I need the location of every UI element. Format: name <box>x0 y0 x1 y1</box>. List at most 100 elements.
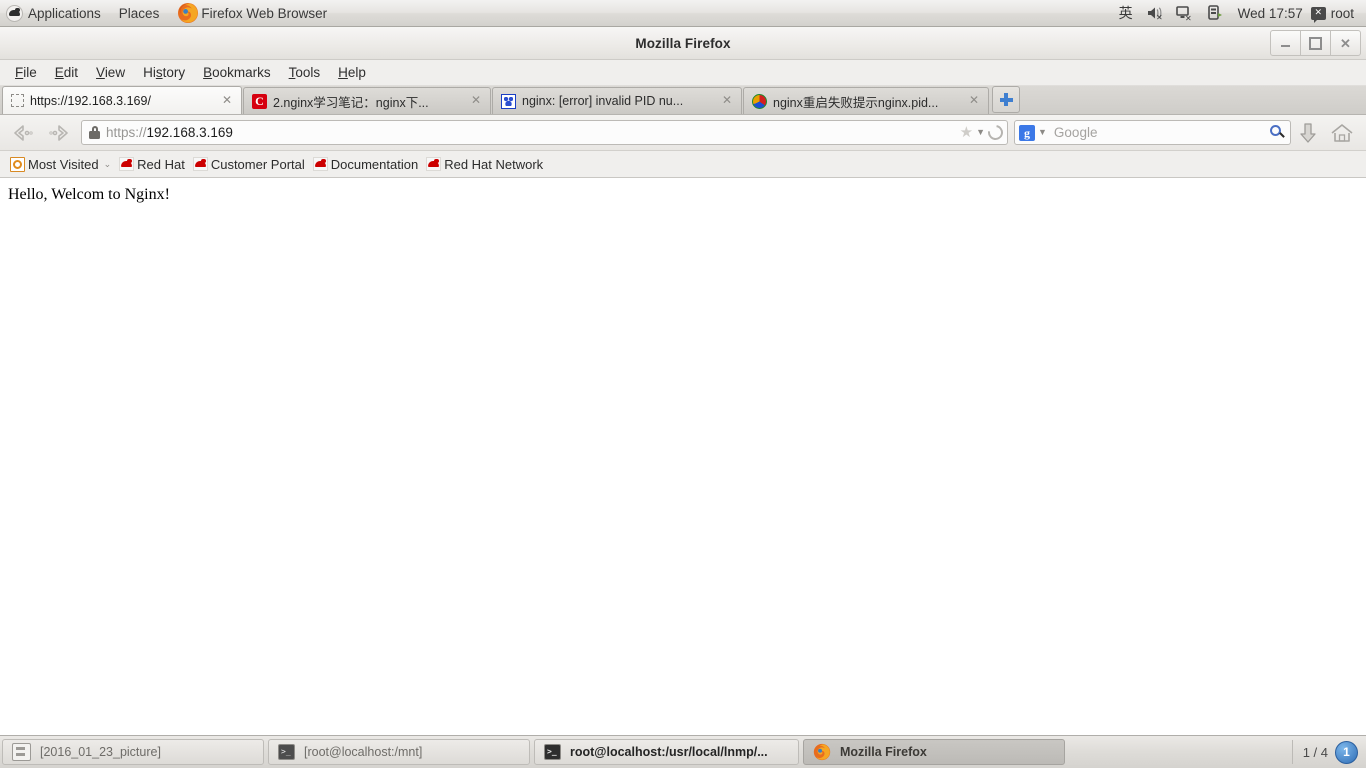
network-disconnected-icon[interactable]: ✕ <box>1175 4 1195 23</box>
url-text: https://192.168.3.169 <box>106 125 960 140</box>
user-menu[interactable]: root <box>1331 0 1358 26</box>
reload-icon[interactable] <box>985 122 1006 143</box>
search-bar[interactable]: g ▼ Google <box>1014 120 1291 145</box>
redhat-icon <box>192 157 208 171</box>
svg-text:✕: ✕ <box>1156 13 1163 22</box>
places-menu[interactable]: Places <box>110 0 169 26</box>
bookmark-label: Most Visited <box>28 156 99 172</box>
search-engine-chevron-icon[interactable]: ▼ <box>1038 128 1047 137</box>
tab-label: nginx: [error] invalid PID nu... <box>522 94 684 108</box>
window-menu-firefox[interactable]: Firefox Web Browser <box>168 0 336 26</box>
applications-menu[interactable]: Applications <box>0 0 110 26</box>
tab-bar: https://192.168.3.169/ ✕ C 2.nginx学习笔记：ngin… <box>0 86 1366 115</box>
page-viewport: Hello, Welcom to Nginx! <box>0 178 1366 737</box>
tab-close-icon[interactable]: ✕ <box>720 94 734 108</box>
power-icon[interactable] <box>1205 4 1225 22</box>
search-icon[interactable] <box>1270 125 1285 140</box>
svg-text:✕: ✕ <box>1185 14 1192 22</box>
chevron-down-icon[interactable]: ⌄ <box>104 159 112 169</box>
redhat-icon <box>119 157 135 171</box>
browser-tab-3[interactable]: nginx: [error] invalid PID nu... ✕ <box>492 87 742 114</box>
menu-item-view[interactable]: View <box>87 63 134 82</box>
menu-item-history[interactable]: History <box>134 63 194 82</box>
lock-icon <box>89 126 100 139</box>
tab-label: nginx重启失败提示nginx.pid... <box>773 95 939 110</box>
terminal-icon: >_ <box>544 744 561 760</box>
taskbar-item-3[interactable]: >_ root@localhost:/usr/local/lnmp/... <box>534 739 799 765</box>
chevron-down-icon[interactable]: ▼ <box>976 128 985 137</box>
bookmark-label: Documentation <box>330 156 419 172</box>
places-menu-label: Places <box>118 5 160 21</box>
tab-close-icon[interactable]: ✕ <box>469 94 483 108</box>
bookmark-label: Customer Portal <box>210 156 305 172</box>
bookmark-documentation[interactable]: Documentation <box>311 156 424 173</box>
volume-muted-icon[interactable]: ✕ <box>1145 4 1165 22</box>
menu-item-file[interactable]: File <box>6 63 46 82</box>
bookmark-red-hat[interactable]: Red Hat <box>117 156 191 173</box>
url-bar[interactable]: https://192.168.3.169 ★ ▼ <box>81 120 1008 145</box>
menu-item-bookmarks[interactable]: Bookmarks <box>194 63 280 82</box>
maximize-icon <box>1309 36 1322 50</box>
download-arrow-icon[interactable] <box>1291 119 1325 147</box>
menu-item-tools[interactable]: Tools <box>280 63 330 82</box>
close-icon: ✕ <box>1340 35 1351 51</box>
pie-favicon <box>752 93 767 109</box>
taskbar-item-2[interactable]: >_ [root@localhost:/mnt] <box>268 739 530 765</box>
bookmark-label: Red Hat Network <box>444 156 544 172</box>
forward-arrow-icon[interactable] <box>41 120 75 146</box>
most-visited-icon <box>10 156 25 172</box>
maximize-button[interactable] <box>1300 30 1331 56</box>
browser-tab-2[interactable]: C 2.nginx学习笔记：nginx下... ✕ <box>243 87 491 114</box>
close-button[interactable]: ✕ <box>1330 30 1361 56</box>
menu-item-help[interactable]: Help <box>329 63 375 82</box>
terminal-icon: >_ <box>278 744 295 760</box>
panel-left-group: Applications Places Firefox Web Browser <box>0 0 336 26</box>
bookmark-label: Red Hat <box>137 156 185 172</box>
menu-bar: File Edit View History Bookmarks Tools Help <box>0 60 1366 86</box>
search-input[interactable]: Google <box>1054 125 1270 140</box>
firefox-icon <box>177 2 199 24</box>
menu-item-edit[interactable]: Edit <box>46 63 87 82</box>
file-manager-icon <box>12 743 31 761</box>
workspace-count-label: 1 / 4 <box>1302 744 1328 760</box>
navigation-toolbar: https://192.168.3.169 ★ ▼ g ▼ Google <box>0 115 1366 151</box>
bookmark-customer-portal[interactable]: Customer Portal <box>191 156 311 173</box>
workspace-badge[interactable]: 1 <box>1335 740 1358 764</box>
gnome-top-panel: Applications Places Firefox Web Browser … <box>0 0 1366 27</box>
taskbar-item-label: root@localhost:/usr/local/lnmp/... <box>570 745 768 759</box>
bookmark-star-icon[interactable]: ★ <box>960 125 973 140</box>
taskbar-item-label: [2016_01_23_picture] <box>40 745 161 759</box>
redhat-logo-icon <box>6 4 23 22</box>
tab-label: 2.nginx学习笔记：nginx下... <box>273 95 429 110</box>
browser-content-area: Hello, Welcom to Nginx! <box>0 178 1366 737</box>
tab-close-icon[interactable]: ✕ <box>967 94 981 108</box>
plus-icon <box>999 93 1013 106</box>
tab-close-icon[interactable]: ✕ <box>220 93 234 108</box>
redhat-icon <box>426 157 442 171</box>
placeholder-favicon <box>11 94 24 107</box>
user-menu-label: root <box>1330 5 1354 21</box>
home-icon[interactable] <box>1325 119 1359 147</box>
window-controls: ✕ <box>1270 30 1361 56</box>
google-icon[interactable]: g <box>1019 124 1035 141</box>
page-body-text: Hello, Welcom to Nginx! <box>8 186 170 203</box>
redhat-icon <box>312 157 328 171</box>
active-window-label: Firefox Web Browser <box>201 5 328 21</box>
taskbar-item-4[interactable]: Mozilla Firefox <box>803 739 1065 765</box>
taskbar-item-1[interactable]: [2016_01_23_picture] <box>2 739 264 765</box>
window-titlebar: Mozilla Firefox ✕ <box>0 27 1366 60</box>
back-arrow-icon[interactable] <box>7 120 41 146</box>
workspace-switcher[interactable]: 1 / 4 1 <box>1291 740 1366 764</box>
new-tab-button[interactable] <box>992 86 1020 113</box>
clock[interactable]: Wed 17:57 <box>1230 6 1311 21</box>
browser-tab-1[interactable]: https://192.168.3.169/ ✕ <box>2 86 242 114</box>
minimize-button[interactable] <box>1270 30 1301 56</box>
firefox-icon <box>813 743 831 761</box>
bookmark-most-visited[interactable]: Most Visited ⌄ <box>8 156 117 173</box>
input-method-icon[interactable]: 英 <box>1112 3 1140 23</box>
applications-menu-label: Applications <box>28 5 101 21</box>
chrome-c-favicon: C <box>252 93 267 109</box>
browser-tab-4[interactable]: nginx重启失败提示nginx.pid... ✕ <box>743 87 989 114</box>
bookmark-red-hat-network[interactable]: Red Hat Network <box>424 156 549 173</box>
task-items-group: [2016_01_23_picture] >_ [root@localhost:/m… <box>0 739 1067 765</box>
